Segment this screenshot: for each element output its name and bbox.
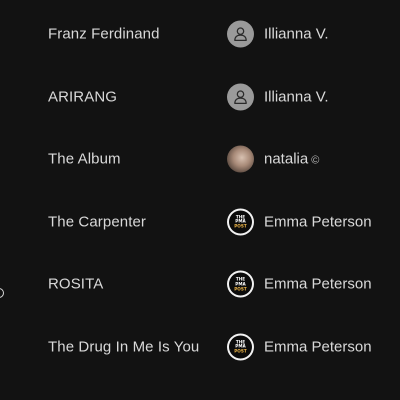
item-owner[interactable]: natalia ©: [227, 145, 319, 173]
list-item[interactable]: ROSITA THE PMA POST Emma Peterson: [0, 253, 400, 316]
default-avatar-icon: [227, 20, 254, 48]
owner-name[interactable]: natalia ©: [264, 151, 319, 168]
item-title[interactable]: ARIRANG: [48, 88, 117, 105]
list-item[interactable]: The Album natalia ©: [0, 128, 400, 191]
pma-post-logo-avatar: THE PMA POST: [227, 270, 254, 298]
pma-post-logo-avatar: THE PMA POST: [227, 333, 254, 361]
list-item[interactable]: Franz Ferdinand Illianna V.: [0, 3, 400, 66]
item-owner[interactable]: THE PMA POST Emma Peterson: [227, 333, 372, 361]
list-item[interactable]: ARIRANG Illianna V.: [0, 66, 400, 129]
logo-text: THE PMA POST: [234, 214, 247, 229]
owner-name[interactable]: Emma Peterson: [264, 276, 372, 293]
pma-post-logo-avatar: THE PMA POST: [227, 208, 254, 236]
default-avatar-icon: [227, 83, 254, 111]
owner-name[interactable]: Illianna V.: [264, 88, 329, 105]
item-title[interactable]: ROSITA: [48, 276, 103, 293]
copyright-badge-icon: ©: [311, 154, 320, 167]
playlist-list: Franz Ferdinand Illianna V. ARIRANG Illi…: [0, 3, 400, 378]
item-owner[interactable]: THE PMA POST Emma Peterson: [227, 270, 372, 298]
owner-name[interactable]: Emma Peterson: [264, 213, 372, 230]
item-title[interactable]: The Album: [48, 151, 121, 168]
item-owner[interactable]: Illianna V.: [227, 20, 329, 48]
item-owner[interactable]: THE PMA POST Emma Peterson: [227, 208, 372, 236]
list-item[interactable]: The Drug In Me Is You THE PMA POST Emma Pe…: [0, 316, 400, 379]
logo-text: THE PMA POST: [234, 276, 247, 292]
list-item[interactable]: The Carpenter THE PMA POST Emma Peterson: [0, 191, 400, 254]
user-photo-avatar: [227, 145, 254, 173]
item-title[interactable]: The Drug In Me Is You: [48, 338, 199, 355]
logo-text: THE PMA POST: [234, 339, 247, 354]
owner-name-text: natalia: [264, 150, 309, 168]
owner-name[interactable]: Illianna V.: [264, 26, 329, 43]
item-title[interactable]: Franz Ferdinand: [48, 26, 160, 43]
item-title[interactable]: The Carpenter: [48, 213, 146, 230]
item-owner[interactable]: Illianna V.: [227, 83, 329, 111]
owner-name[interactable]: Emma Peterson: [264, 338, 372, 355]
